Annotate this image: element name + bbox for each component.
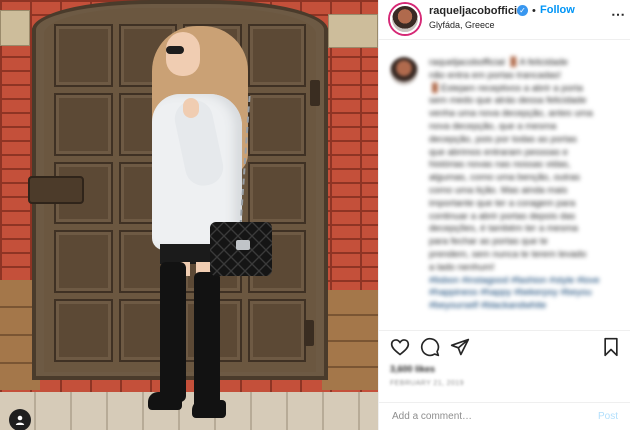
post-sidebar: raqueljacobofficial ✓ • Follow Glyfáda, … bbox=[378, 0, 630, 430]
caption-line: sem medo que atrás dessa felicidade bbox=[429, 95, 587, 107]
caption-line: decepção, pois por todas as portas bbox=[429, 133, 577, 145]
post-actions bbox=[379, 332, 630, 362]
caption-line: não entra em portas trancadas! bbox=[429, 69, 562, 81]
caption-line: para fechar as portas que te bbox=[429, 236, 548, 248]
caption-line: nova decepção, que a mesma bbox=[429, 120, 557, 132]
stone-block bbox=[328, 14, 378, 48]
avatar[interactable] bbox=[390, 4, 420, 34]
post-header: raqueljacobofficial ✓ • Follow Glyfáda, … bbox=[379, 0, 630, 40]
hand bbox=[183, 98, 199, 118]
door-panel bbox=[247, 161, 306, 225]
caption-line: 🚪Estejam receptivos a abrir a porta bbox=[429, 82, 583, 94]
stone-base-right bbox=[322, 290, 378, 390]
door-hinge bbox=[304, 320, 314, 346]
caption-line: que abrimos entraram pessoas e bbox=[429, 146, 568, 158]
post-date[interactable]: FEBRUARY 21, 2019 bbox=[390, 380, 464, 387]
door-panel bbox=[247, 299, 306, 362]
verified-badge-icon: ✓ bbox=[517, 5, 528, 16]
stone-block bbox=[0, 10, 30, 46]
caption-line: histórias novas nas nossas vidas, bbox=[429, 159, 571, 171]
caption-scroll-area[interactable]: raqueljacobofficial 🚪A felicidade não en… bbox=[379, 41, 630, 331]
heel-right bbox=[192, 400, 226, 418]
location-link[interactable]: Glyfáda, Greece bbox=[429, 20, 495, 30]
caption-line: venha uma nova decepção, antes uma bbox=[429, 108, 593, 120]
comment-input[interactable] bbox=[392, 411, 582, 422]
post-photo[interactable] bbox=[0, 0, 378, 430]
face bbox=[166, 32, 200, 76]
door-panel bbox=[54, 92, 113, 156]
door-panel bbox=[54, 24, 113, 87]
bag-clasp bbox=[236, 240, 250, 250]
user-tag-icon-glyph bbox=[15, 415, 25, 425]
paper-plane-icon[interactable] bbox=[450, 337, 470, 357]
sidewalk bbox=[0, 392, 378, 430]
door-hinge bbox=[310, 80, 320, 106]
likes-count[interactable]: 3,600 likes bbox=[390, 364, 435, 374]
bookmark-icon[interactable] bbox=[601, 337, 621, 357]
caption-line: importante que ter a coragem para bbox=[429, 197, 576, 209]
comment-bubble-icon[interactable] bbox=[420, 337, 440, 357]
more-options-icon[interactable]: ⋯ bbox=[611, 6, 626, 23]
caption-line: como uma lição. Mas ainda mais bbox=[429, 184, 568, 196]
caption-line: continuar a abrir portas depois das bbox=[429, 210, 576, 222]
caption-avatar[interactable] bbox=[390, 57, 418, 85]
caption-line: algumas, como uma benção, outras bbox=[429, 172, 581, 184]
caption-text: raqueljacobofficial 🚪A felicidade não en… bbox=[429, 57, 619, 313]
separator-dot: • bbox=[532, 5, 536, 17]
caption-line: prendem, sem nunca te terem levado bbox=[429, 248, 587, 260]
door-panel bbox=[54, 299, 113, 362]
comment-bar: Post bbox=[379, 402, 630, 430]
door-panel bbox=[247, 24, 306, 87]
door-panel bbox=[247, 92, 306, 156]
heart-icon[interactable] bbox=[390, 337, 410, 357]
caption-line: decepções, é também ter a mesma bbox=[429, 223, 578, 235]
follow-button[interactable]: Follow bbox=[540, 4, 575, 16]
door-panel bbox=[54, 230, 113, 294]
post-comment-button[interactable]: Post bbox=[598, 411, 618, 422]
caption-line: raqueljacobofficial 🚪A felicidade bbox=[429, 57, 568, 68]
boot-right bbox=[194, 272, 220, 412]
boot-left bbox=[160, 262, 186, 402]
sunglasses bbox=[166, 46, 184, 54]
user-tag-icon[interactable] bbox=[9, 409, 31, 430]
caption-line: a lado nenhum! bbox=[429, 261, 495, 273]
heel-left bbox=[148, 392, 182, 410]
username-link[interactable]: raqueljacobofficial bbox=[429, 5, 526, 17]
caption-hashtags[interactable]: #lisbon #instagood #fashion #style #love… bbox=[429, 275, 619, 313]
door-lock bbox=[28, 176, 84, 204]
